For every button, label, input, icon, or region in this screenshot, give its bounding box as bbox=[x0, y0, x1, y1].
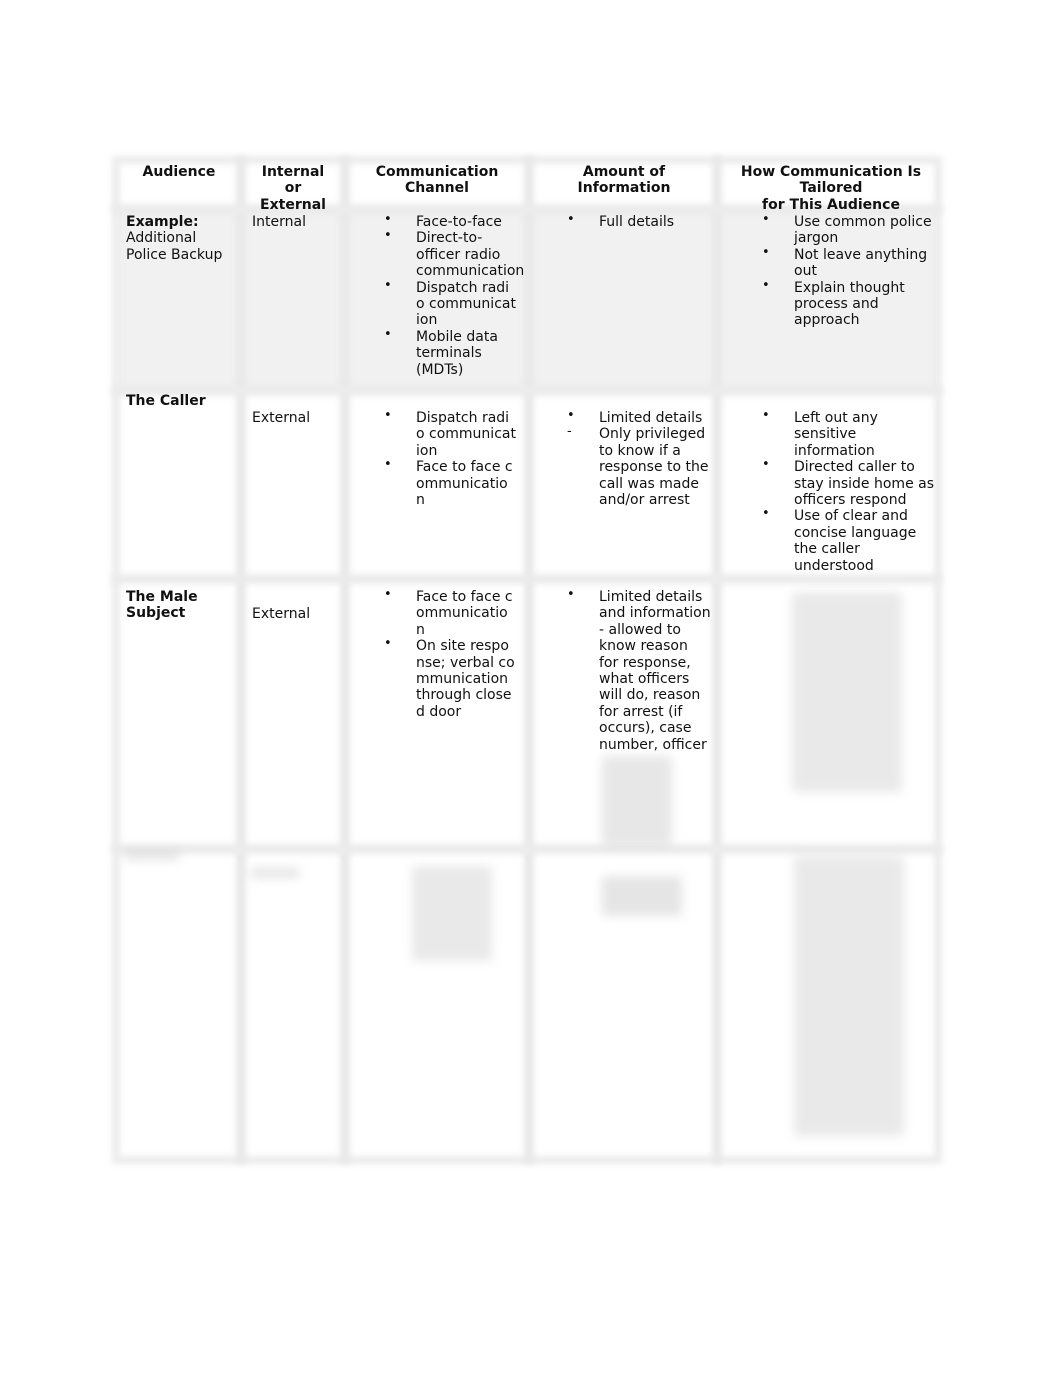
list-item: Left out any sensitive information bbox=[762, 408, 904, 459]
list-item: Use of clear and concise language the ca… bbox=[762, 506, 934, 574]
obscured-text bbox=[794, 856, 904, 1136]
header-line: Tailored bbox=[799, 180, 863, 197]
cell-channel: Face to face communication On site respo… bbox=[384, 587, 524, 720]
obscured-text bbox=[602, 756, 672, 846]
header-line: Audience bbox=[142, 164, 216, 180]
list-item: Limited details and information - allowe… bbox=[567, 587, 711, 753]
header-line: Channel bbox=[405, 180, 469, 197]
cell-tailored: Left out any sensitive information Direc… bbox=[762, 408, 934, 574]
list-item: Face to face communication bbox=[384, 587, 516, 638]
row-divider bbox=[112, 844, 942, 854]
document-page: Audience Internal or External Communicat… bbox=[0, 0, 1062, 1377]
cell-audience: The Male Subject bbox=[126, 589, 198, 622]
header-line: or bbox=[284, 180, 302, 197]
cell-amount: Limited details and information - allowe… bbox=[567, 587, 712, 753]
header-line: How Communication Is bbox=[740, 164, 922, 180]
header-amount: Amount of Information bbox=[532, 164, 716, 197]
cell-amount: Limited details Only privileged to know … bbox=[567, 408, 712, 508]
cell-amount: Full details bbox=[567, 212, 707, 230]
list-item: Directed caller to stay inside home as o… bbox=[762, 457, 934, 508]
list-item: Dispatch radio communication bbox=[384, 408, 516, 459]
cell-channel: Dispatch radio communication Face to fac… bbox=[384, 408, 524, 508]
list-item: Not leave anything out bbox=[762, 245, 934, 280]
list-item: Face to face communication bbox=[384, 457, 516, 508]
column-divider bbox=[340, 156, 350, 1164]
list-item: Face-to-face bbox=[384, 212, 524, 230]
header-line: Internal bbox=[261, 164, 325, 180]
cell-audience: Example: Additional Police Backup bbox=[126, 214, 234, 263]
cell-tailored: Use common police jargon Not leave anyth… bbox=[762, 212, 934, 329]
cell-internal-external: External bbox=[252, 606, 311, 622]
column-divider bbox=[524, 156, 534, 1164]
cell-channel: Face-to-face Direct-to-officer radio com… bbox=[384, 212, 524, 378]
list-item: Full details bbox=[567, 212, 707, 230]
header-line: Communication bbox=[375, 164, 499, 180]
communication-table: Audience Internal or External Communicat… bbox=[112, 156, 942, 1164]
obscured-text bbox=[250, 868, 300, 878]
list-item: Direct-to-officer radio communication bbox=[384, 228, 524, 279]
column-divider bbox=[236, 156, 246, 1164]
list-item: Dispatch radio communication bbox=[384, 278, 516, 329]
obscured-text bbox=[602, 876, 682, 916]
row-divider bbox=[112, 574, 942, 584]
header-line: for This Audience bbox=[762, 196, 900, 213]
header-tailored: How Communication Is Tailored for This A… bbox=[722, 164, 940, 213]
header-line: Information bbox=[577, 180, 671, 197]
cell-internal-external: Internal bbox=[252, 214, 306, 230]
list-item: Limited details bbox=[567, 408, 712, 426]
cell-internal-external: External bbox=[252, 410, 311, 426]
obscured-text bbox=[792, 592, 902, 792]
audience-description: Additional Police Backup bbox=[126, 230, 223, 263]
header-line: Amount of bbox=[582, 164, 666, 180]
list-item: Use common police jargon bbox=[762, 212, 934, 247]
obscured-text bbox=[124, 850, 180, 860]
header-line: External bbox=[260, 196, 326, 213]
header-internal-external: Internal or External bbox=[242, 164, 344, 213]
header-channel: Communication Channel bbox=[352, 164, 522, 197]
obscured-text bbox=[412, 866, 492, 961]
row-divider bbox=[112, 386, 942, 396]
list-item: Mobile data terminals (MDTs) bbox=[384, 327, 516, 378]
column-divider bbox=[712, 156, 722, 1164]
audience-label: Example: bbox=[126, 214, 199, 230]
list-item: Explain thought process and approach bbox=[762, 278, 914, 329]
list-item: Only privileged to know if a response to… bbox=[567, 424, 711, 508]
cell-audience: The Caller bbox=[126, 393, 206, 409]
list-item: On site response; verbal communication t… bbox=[384, 636, 516, 720]
header-audience: Audience bbox=[120, 164, 238, 180]
